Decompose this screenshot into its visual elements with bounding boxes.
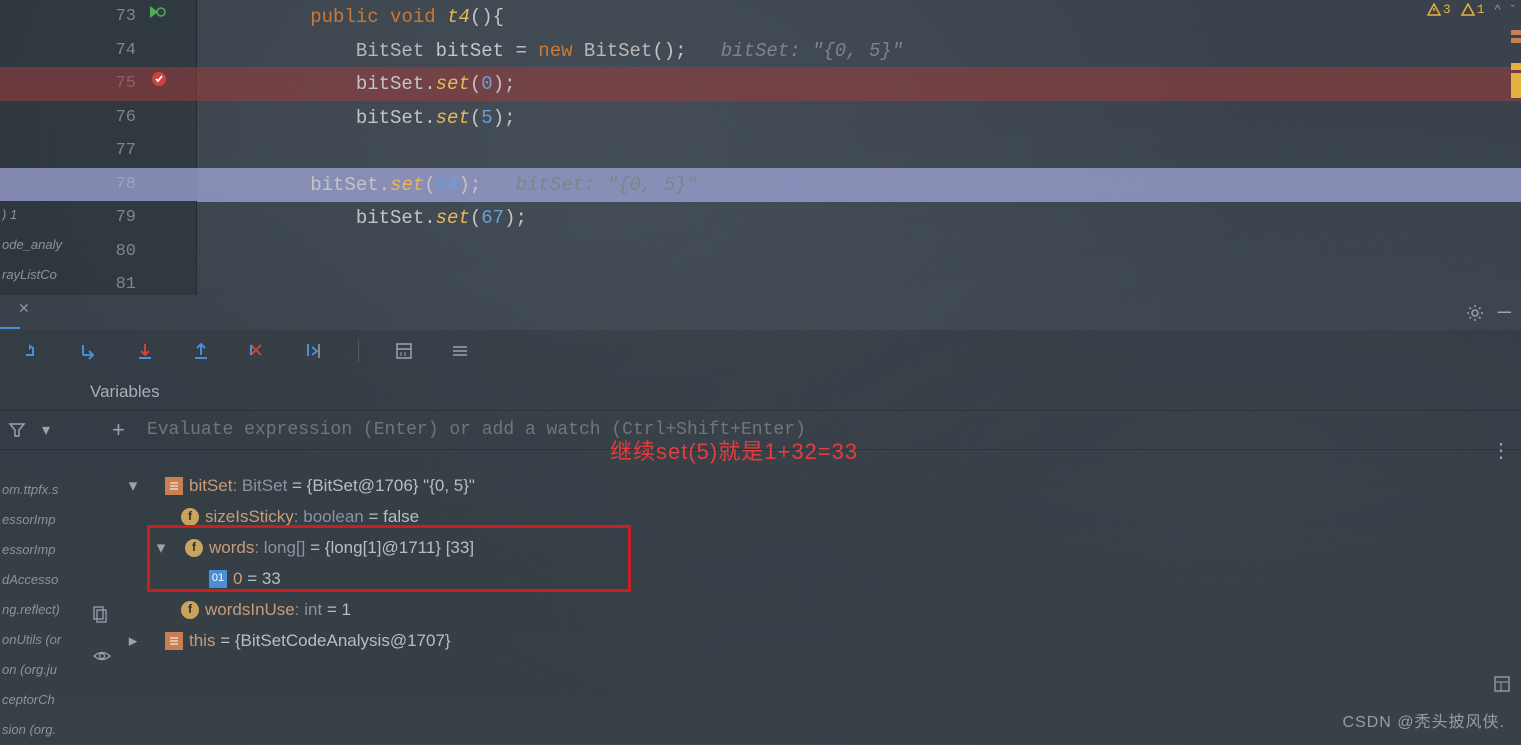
- object-badge-icon: [165, 477, 183, 495]
- object-badge-icon: [165, 632, 183, 650]
- line-number[interactable]: 81: [96, 268, 136, 302]
- chevron-right-icon[interactable]: ▸: [125, 625, 141, 656]
- variables-tree[interactable]: ▾ bitSet: BitSet = {BitSet@1706} "{0, 5}…: [125, 470, 1511, 656]
- warning-count-2: 1: [1477, 2, 1485, 17]
- primitive-badge-icon: 01: [209, 570, 227, 588]
- line-number[interactable]: 77: [96, 134, 136, 168]
- code-line[interactable]: bitSet.set(67);: [197, 201, 1521, 235]
- dropdown-icon[interactable]: ▾: [42, 420, 50, 440]
- field-badge-icon: f: [181, 508, 199, 526]
- frames-overflow-top: ) 1 ode_analy rayListCo: [0, 200, 87, 290]
- trace-current-stream-icon[interactable]: [449, 340, 471, 362]
- new-watch-icon[interactable]: +: [112, 417, 125, 443]
- evaluate-expression-icon[interactable]: [393, 340, 415, 362]
- field-badge-icon: f: [181, 601, 199, 619]
- step-out-icon[interactable]: [190, 340, 212, 362]
- var-bitset[interactable]: ▾ bitSet: BitSet = {BitSet@1706} "{0, 5}…: [125, 470, 1511, 501]
- watermark: CSDN @秃头披风侠.: [1343, 708, 1505, 732]
- code-line[interactable]: [197, 134, 1521, 168]
- code-line[interactable]: BitSet bitSet = new BitSet(); bitSet: "{…: [197, 34, 1521, 68]
- line-number[interactable]: 79: [96, 201, 136, 235]
- line-number[interactable]: 76: [96, 101, 136, 135]
- debug-stepping-toolbar: [0, 330, 1521, 372]
- var-this[interactable]: ▸ this = {BitSetCodeAnalysis@1707}: [125, 625, 1511, 656]
- var-words[interactable]: ▾ f words: long[] = {long[1]@1711} [33]: [125, 532, 1511, 563]
- layout-settings-icon[interactable]: [1493, 675, 1511, 693]
- copy-icon[interactable]: [92, 605, 108, 623]
- var-sizeissticky[interactable]: f sizeIsSticky: boolean = false: [125, 501, 1511, 532]
- code-line[interactable]: [197, 268, 1521, 302]
- warning-indicator-2[interactable]: 1: [1461, 2, 1485, 17]
- inspection-indicators[interactable]: 3 1 ^ ˇ: [1427, 2, 1515, 17]
- run-to-cursor-icon[interactable]: [302, 340, 324, 362]
- code-line[interactable]: bitSet.set(0);: [197, 67, 1521, 101]
- variables-tab-label[interactable]: Variables: [0, 372, 1521, 410]
- watch-icon[interactable]: [92, 649, 112, 663]
- line-number[interactable]: 73: [96, 0, 136, 34]
- gear-icon[interactable]: [1466, 304, 1484, 322]
- chevron-down-icon[interactable]: ▾: [125, 470, 141, 501]
- code-line[interactable]: bitSet.set(5);: [197, 101, 1521, 135]
- tab-close-button[interactable]: ✕: [18, 300, 30, 317]
- highlight-mode-icon-2[interactable]: ˇ: [1511, 2, 1515, 17]
- error-stripe[interactable]: [1511, 30, 1521, 101]
- warning-count-1: 3: [1443, 2, 1451, 17]
- chevron-down-icon[interactable]: ▾: [153, 532, 169, 563]
- code-line[interactable]: bitSet.set(64); bitSet: "{0, 5}": [197, 168, 1521, 202]
- debug-panel-settings[interactable]: —: [1466, 300, 1511, 325]
- step-over-icon[interactable]: [78, 340, 100, 362]
- code-line[interactable]: [197, 235, 1521, 269]
- show-exec-point-icon[interactable]: [22, 340, 44, 362]
- code-editor[interactable]: 737475767778798081 public void t4(){ Bit…: [0, 0, 1521, 295]
- run-test-icon[interactable]: [148, 4, 164, 20]
- filter-icon[interactable]: [4, 421, 26, 439]
- line-number[interactable]: 80: [96, 235, 136, 269]
- breakpoint-icon[interactable]: [150, 70, 166, 86]
- annotation-overlay: 继续set(5)就是1+32=33: [610, 434, 858, 466]
- line-number[interactable]: 74: [96, 34, 136, 68]
- warning-indicator-1[interactable]: 3: [1427, 2, 1451, 17]
- step-into-icon[interactable]: [134, 340, 156, 362]
- var-words-0[interactable]: 01 0 = 33: [125, 563, 1511, 594]
- active-tab-underline: [0, 327, 20, 329]
- highlight-mode-icon[interactable]: ^: [1495, 2, 1501, 17]
- add-watch-right-icon[interactable]: ⋮: [1491, 438, 1511, 463]
- drop-frame-icon[interactable]: [246, 340, 268, 362]
- var-wordsinuse[interactable]: f wordsInUse: int = 1: [125, 594, 1511, 625]
- field-badge-icon: f: [185, 539, 203, 557]
- minimize-icon[interactable]: —: [1498, 300, 1511, 325]
- frames-overflow-bottom: om.ttpfx.s essorImp essorImp dAccesso ng…: [0, 475, 82, 745]
- code-line[interactable]: public void t4(){: [197, 0, 1521, 34]
